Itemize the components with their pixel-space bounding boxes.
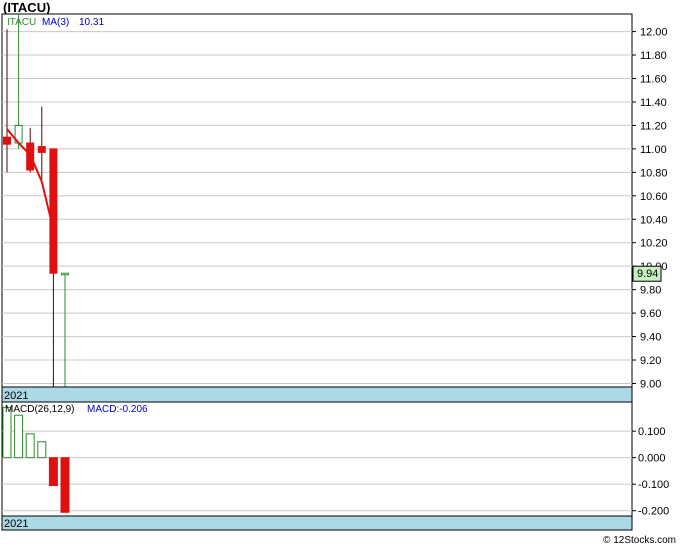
- macd-axis-ticks: 0.100 0.000 -0.100 -0.200: [632, 426, 669, 518]
- price-tick-label: 11.60: [640, 74, 667, 86]
- stock-chart: 12.00 11.80 11.60 11.40 11.20 11.00 10.80 10.60…: [1, 13, 669, 531]
- price-tick-label: 11.00: [640, 144, 667, 156]
- macd-legend: MACD(26,12,9): [5, 404, 74, 415]
- price-tick-label: 11.20: [640, 120, 667, 132]
- price-candles: [3, 14, 69, 387]
- price-grid: [2, 31, 632, 384]
- macd-bar: [60, 457, 70, 513]
- price-tick-label: 9.60: [640, 308, 661, 320]
- macd-tick-label: 0.100: [638, 426, 666, 438]
- price-year-band: [1, 386, 633, 403]
- price-tick-label: 12.00: [640, 27, 668, 39]
- price-tick-label: 10.60: [640, 191, 668, 203]
- macd-grid: [2, 430, 632, 512]
- last-price-label: 9.94: [637, 268, 658, 280]
- macd-bar: [14, 414, 24, 459]
- candle-body: [49, 148, 58, 274]
- candle-body: [3, 136, 11, 145]
- macd-bar: [37, 441, 47, 459]
- price-tick-label: 11.40: [640, 97, 667, 109]
- macd-year-band: [1, 515, 633, 531]
- macd-bars: [2, 406, 70, 513]
- ma-legend: MA(3): [42, 17, 69, 28]
- price-year-label: 2021: [4, 390, 28, 402]
- price-axis-ticks: 12.00 11.80 11.60 11.40 11.20 11.00 10.80 10.60…: [632, 27, 668, 390]
- macd-year-label: 2021: [4, 518, 28, 530]
- ticker-legend: ITACU: [7, 17, 36, 28]
- price-tick-label: 9.20: [640, 355, 661, 367]
- macd-value-legend: MACD:-0.206: [87, 404, 148, 415]
- macd-tick-label: -0.200: [638, 506, 669, 518]
- price-tick-label: 10.20: [640, 238, 668, 250]
- macd-bar: [48, 457, 58, 487]
- ma-value-legend: 10.31: [79, 17, 104, 28]
- price-tick-label: 10.40: [640, 214, 668, 226]
- price-tick-label: 9.40: [640, 332, 661, 344]
- price-tick-label: 9.80: [640, 285, 661, 297]
- footer-credit: © 12Stocks.com: [603, 535, 676, 546]
- candle-body: [61, 272, 69, 276]
- macd-tick-label: 0.000: [638, 453, 666, 465]
- price-tick-label: 9.00: [640, 378, 661, 390]
- macd-bar: [25, 433, 35, 459]
- price-tick-label: 11.80: [640, 50, 667, 62]
- macd-tick-label: -0.100: [638, 479, 669, 491]
- price-tick-label: 10.80: [640, 167, 668, 179]
- price-panel-frame: [1, 13, 633, 403]
- candle-body: [37, 146, 46, 153]
